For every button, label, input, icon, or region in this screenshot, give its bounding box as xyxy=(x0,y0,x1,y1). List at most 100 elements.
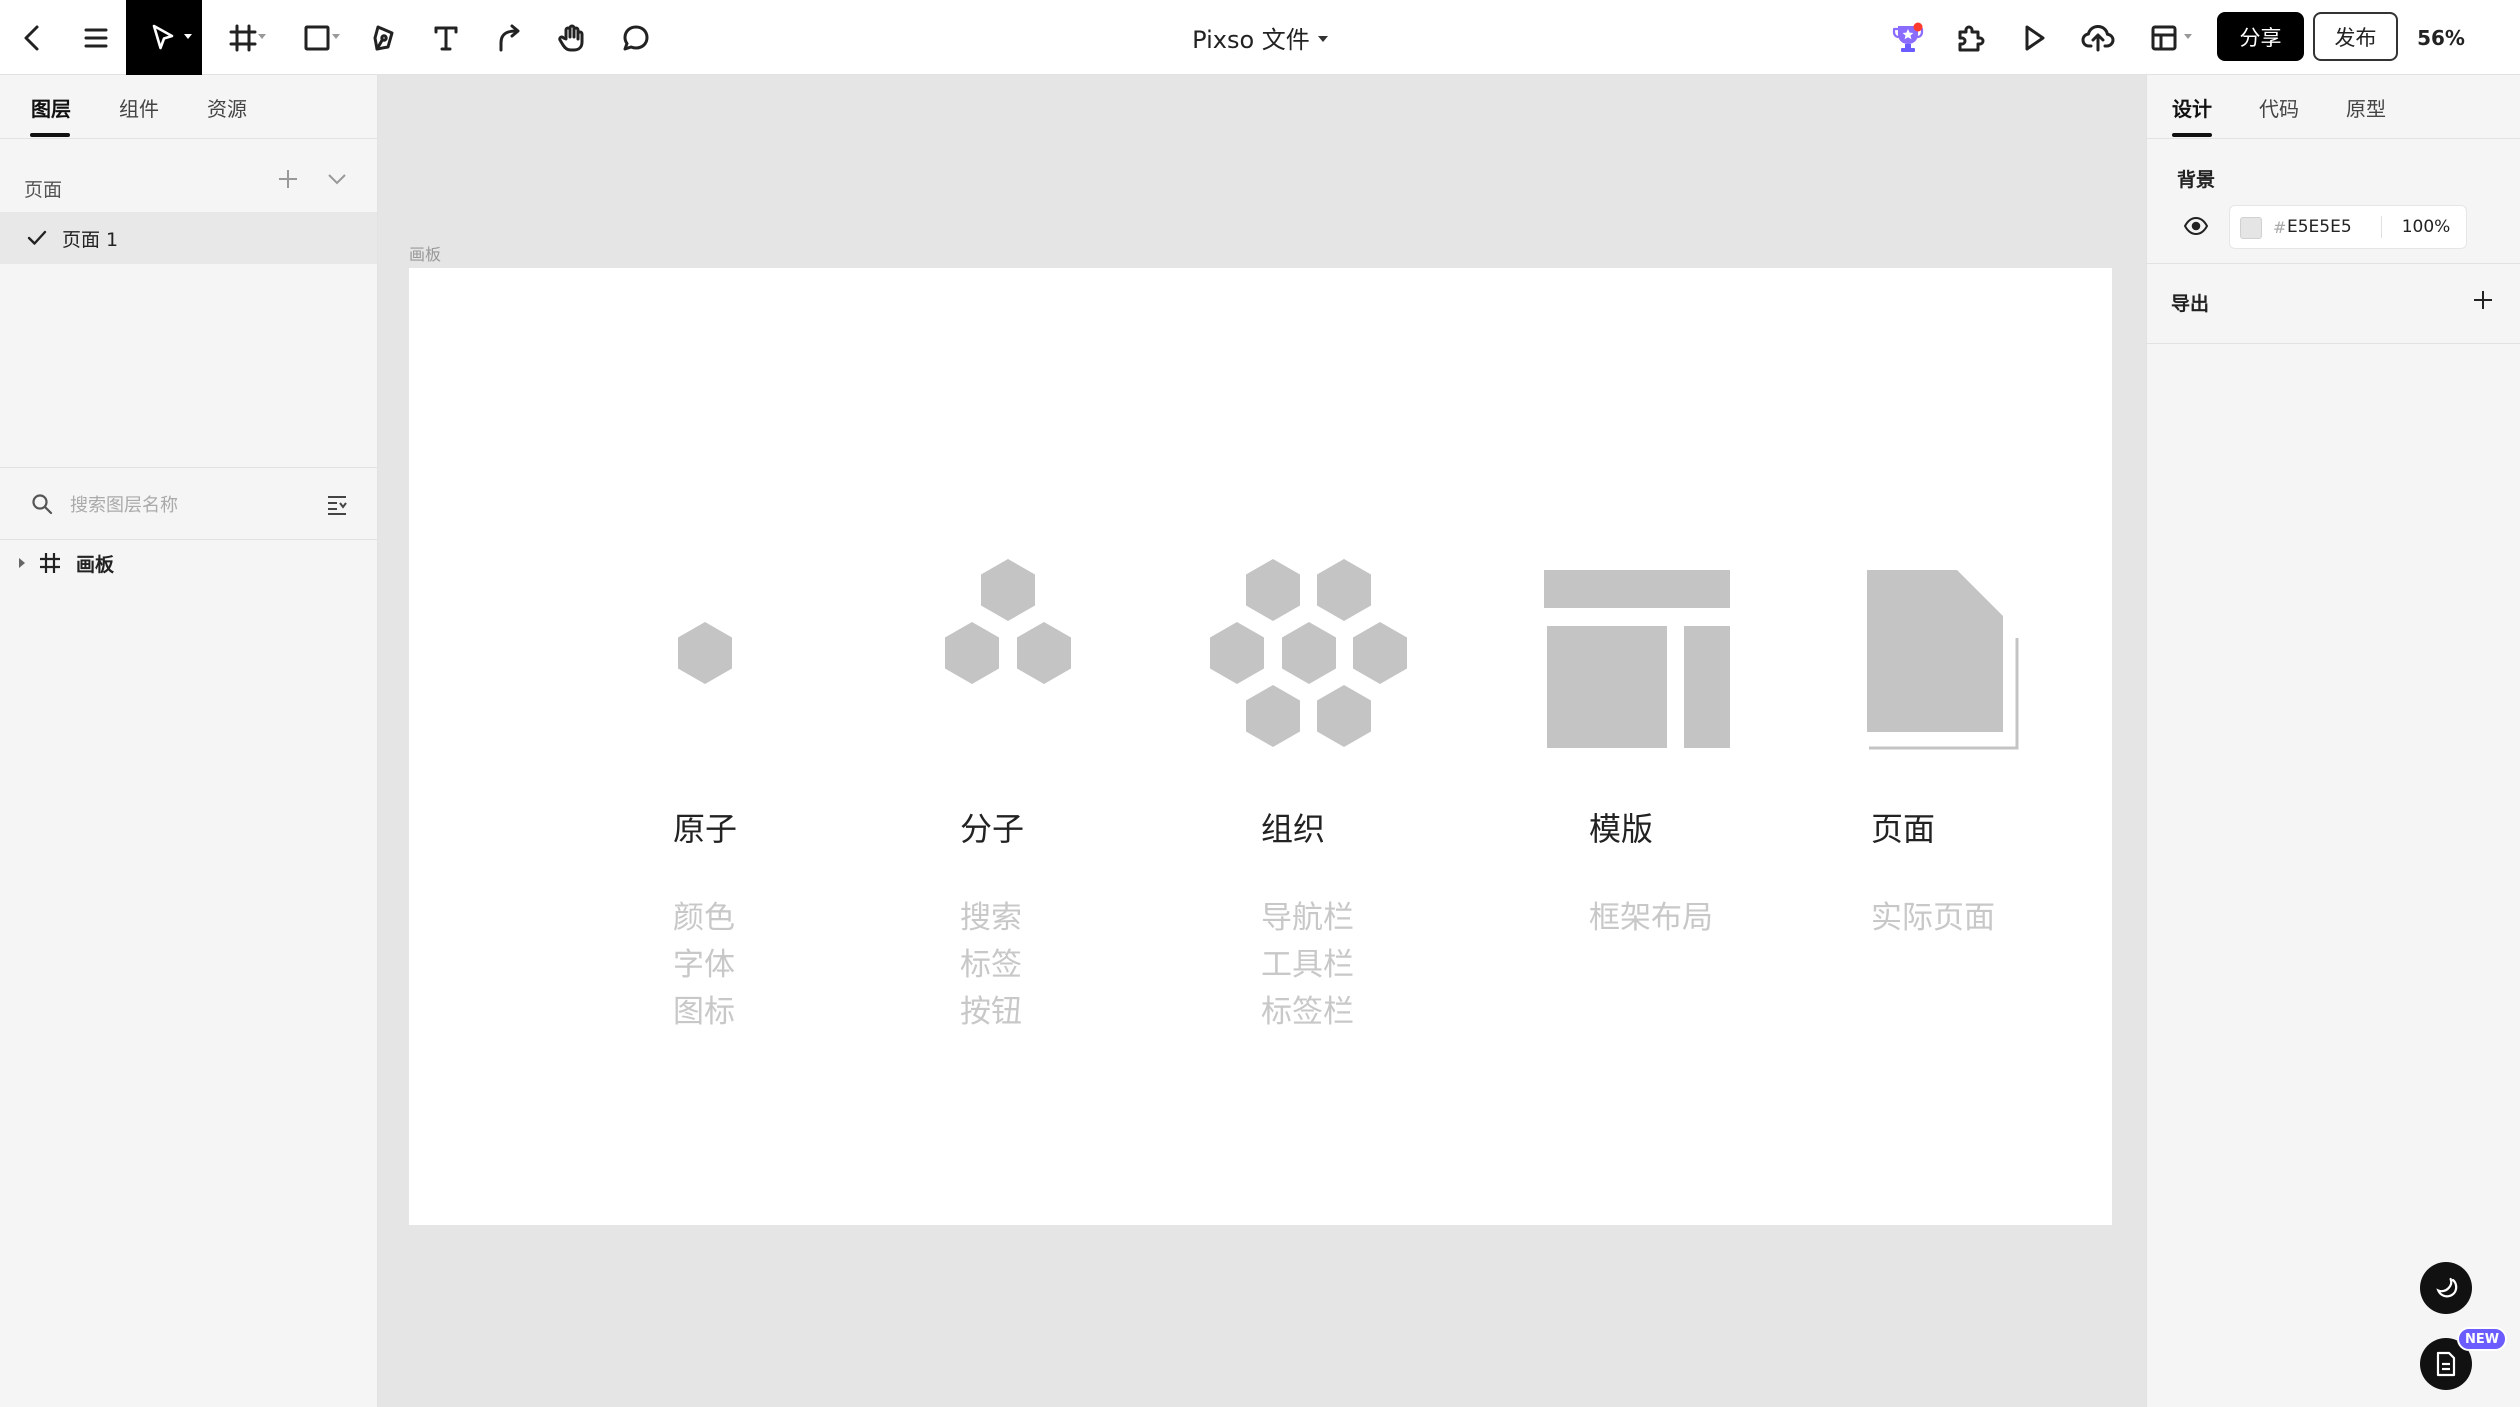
atomic-design-illustrations xyxy=(678,559,2019,750)
pages-header: 页面 xyxy=(24,179,63,201)
hand-tool-icon xyxy=(557,23,587,53)
rewards-button[interactable] xyxy=(1888,0,1928,75)
template-item: 框架布局 xyxy=(1589,900,1713,936)
background-color-field[interactable]: # E5E5E5 100% xyxy=(2229,205,2467,249)
layer-search-input[interactable] xyxy=(70,485,290,525)
rectangle-tool-caret-icon xyxy=(332,34,340,39)
layout-caret-icon xyxy=(2184,34,2192,39)
plugins-button[interactable] xyxy=(1950,0,1990,75)
collapse-pages-button[interactable] xyxy=(324,167,350,191)
tab-prototype[interactable]: 原型 xyxy=(2346,75,2386,139)
frame-tool-caret-icon xyxy=(258,34,266,39)
text-tool-icon xyxy=(432,23,460,53)
tab-design[interactable]: 设计 xyxy=(2172,75,2212,139)
back-icon xyxy=(20,23,44,53)
back-button[interactable] xyxy=(10,0,54,75)
frame-tool-icon xyxy=(228,23,258,53)
pen-tool-button[interactable] xyxy=(364,0,404,75)
template-layout-icon xyxy=(1544,570,1730,748)
divider xyxy=(0,539,377,540)
add-export-button[interactable] xyxy=(2469,286,2497,314)
molecule-title: 分子 xyxy=(960,810,1025,848)
background-hex-value[interactable]: E5E5E5 xyxy=(2287,206,2352,248)
frame-board[interactable]: 原子 分子 组织 模版 页面 颜色 字体 图标 搜索 标签 按钮 导航栏 工具栏… xyxy=(409,268,2112,1225)
share-button[interactable]: 分享 xyxy=(2217,12,2304,61)
chevron-down-icon xyxy=(1317,36,1328,42)
divider xyxy=(2147,343,2520,344)
new-badge: NEW xyxy=(2457,1327,2507,1351)
main-menu-button[interactable] xyxy=(74,0,118,75)
divider xyxy=(2381,216,2382,238)
page-item-label: 页面 1 xyxy=(62,228,119,251)
atom-item: 图标 xyxy=(673,994,735,1030)
layout-button[interactable] xyxy=(2142,0,2200,75)
tab-components[interactable]: 组件 xyxy=(119,75,159,139)
color-swatch[interactable] xyxy=(2240,217,2262,239)
expand-caret-icon[interactable] xyxy=(19,558,25,568)
right-panel: 设计 代码 原型 背景 # E5E5E5 100% 导出 xyxy=(2146,75,2520,1407)
filter-list-icon xyxy=(324,491,350,517)
tab-assets[interactable]: 资源 xyxy=(207,75,247,139)
menu-icon xyxy=(83,26,109,50)
document-icon xyxy=(2433,1350,2459,1378)
molecule-item: 标签 xyxy=(960,947,1022,983)
divider xyxy=(2147,263,2520,264)
text-tool-button[interactable] xyxy=(426,0,466,75)
atom-hexagon-icon xyxy=(678,622,732,684)
atom-title: 原子 xyxy=(673,810,738,848)
move-tool-button[interactable] xyxy=(126,0,202,75)
active-tab-indicator xyxy=(2172,133,2212,137)
atom-item: 字体 xyxy=(673,947,735,983)
publish-button[interactable]: 发布 xyxy=(2313,12,2398,61)
organism-item: 工具栏 xyxy=(1261,947,1354,983)
comment-tool-icon xyxy=(621,23,651,53)
page-item[interactable]: 页面 1 xyxy=(0,212,377,264)
document-title[interactable]: Pixso 文件 xyxy=(1100,0,1420,75)
connector-tool-button[interactable] xyxy=(490,0,530,75)
frame-label[interactable]: 画板 xyxy=(409,241,441,265)
present-button[interactable] xyxy=(2014,0,2054,75)
page-document-icon xyxy=(1867,570,2019,750)
frame-tool-button[interactable] xyxy=(218,0,268,75)
eye-icon xyxy=(2183,215,2209,237)
template-title: 模版 xyxy=(1589,810,1654,848)
trophy-icon xyxy=(1891,21,1925,55)
divider xyxy=(2147,138,2520,139)
hand-tool-button[interactable] xyxy=(552,0,592,75)
hex-hash: # xyxy=(2273,217,2287,237)
connector-tool-icon xyxy=(496,23,524,53)
plugin-icon xyxy=(1954,22,1986,54)
active-tab-indicator xyxy=(30,133,70,137)
tab-code[interactable]: 代码 xyxy=(2259,75,2299,139)
moon-icon xyxy=(2432,1274,2460,1302)
divider xyxy=(0,467,377,468)
upload-button[interactable] xyxy=(2076,0,2120,75)
page-item-text: 实际页面 xyxy=(1871,900,1995,936)
layout-icon xyxy=(2150,24,2178,52)
rectangle-tool-icon xyxy=(303,24,331,52)
molecule-item: 搜索 xyxy=(960,900,1022,936)
zoom-level[interactable]: 56% xyxy=(2410,0,2472,75)
top-toolbar: Pixso 文件 分享 发布 56% xyxy=(0,0,2520,75)
organism-item: 导航栏 xyxy=(1261,900,1354,936)
divider xyxy=(0,138,377,139)
molecule-hexagon-icon xyxy=(945,559,1071,684)
move-tool-icon xyxy=(149,23,179,53)
comment-tool-button[interactable] xyxy=(616,0,656,75)
plus-icon xyxy=(274,165,302,193)
plus-icon xyxy=(2469,286,2497,314)
move-tool-caret-icon xyxy=(184,34,192,39)
background-section-label: 背景 xyxy=(2177,169,2216,191)
organism-title: 组织 xyxy=(1261,810,1326,848)
export-section-label: 导出 xyxy=(2171,293,2210,315)
background-opacity-value[interactable]: 100% xyxy=(2390,206,2462,248)
tab-layers[interactable]: 图层 xyxy=(31,75,71,139)
layer-filter-button[interactable] xyxy=(324,491,350,517)
layer-item[interactable]: 画板 xyxy=(0,543,377,583)
rectangle-tool-button[interactable] xyxy=(292,0,342,75)
visibility-toggle[interactable] xyxy=(2183,215,2209,237)
dark-mode-button[interactable] xyxy=(2420,1262,2472,1314)
upload-icon xyxy=(2081,23,2115,53)
add-page-button[interactable] xyxy=(274,165,302,193)
organism-hexagon-icon xyxy=(1210,559,1407,747)
